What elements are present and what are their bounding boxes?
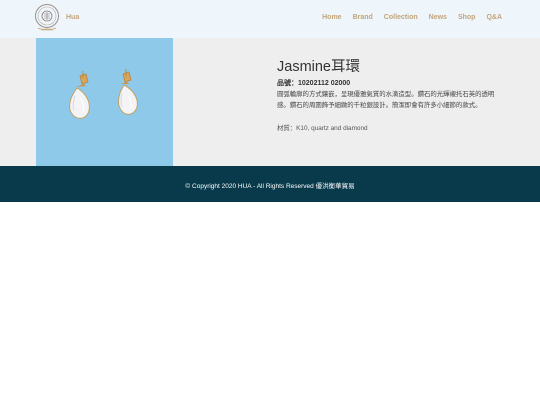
nav-shop[interactable]: Shop [458, 14, 476, 21]
site-footer: © Copyright 2020 HUA - All Rights Reserv… [0, 166, 540, 202]
product-code-value: 10202112 02000 [298, 80, 351, 87]
earrings-image-icon [69, 69, 138, 119]
product-title: Jasmine耳環 [277, 59, 360, 75]
product-section: Jasmine耳環 品號：10202112 02000 圓弧輪廓的方式鑲嵌，呈現… [0, 38, 540, 166]
product-code-label: 品號： [277, 80, 298, 87]
product-description: 圓弧輪廓的方式鑲嵌，呈現優雅氣質的水滴造型。鑽石的光輝襯托石英的透明感。鑽石的周… [277, 91, 495, 109]
nav-qa[interactable]: Q&A [486, 14, 502, 21]
main-nav: Home Brand Collection News Shop Q&A [322, 14, 502, 21]
nav-news[interactable]: News [429, 14, 447, 21]
nav-brand[interactable]: Brand [353, 14, 373, 21]
brand-name[interactable]: Hua [66, 14, 79, 21]
nav-home[interactable]: Home [322, 14, 341, 21]
product-image [36, 38, 173, 166]
product-code: 品號：10202112 02000 [277, 78, 350, 88]
product-material: 材質：K10, quartz and diamond [277, 125, 368, 132]
site-header: Hua Home Brand Collection News Shop Q&A [0, 0, 540, 38]
copyright-text: © Copyright 2020 HUA - All Rights Reserv… [185, 183, 355, 190]
brand-logo-icon[interactable] [33, 3, 61, 33]
nav-collection[interactable]: Collection [384, 14, 418, 21]
